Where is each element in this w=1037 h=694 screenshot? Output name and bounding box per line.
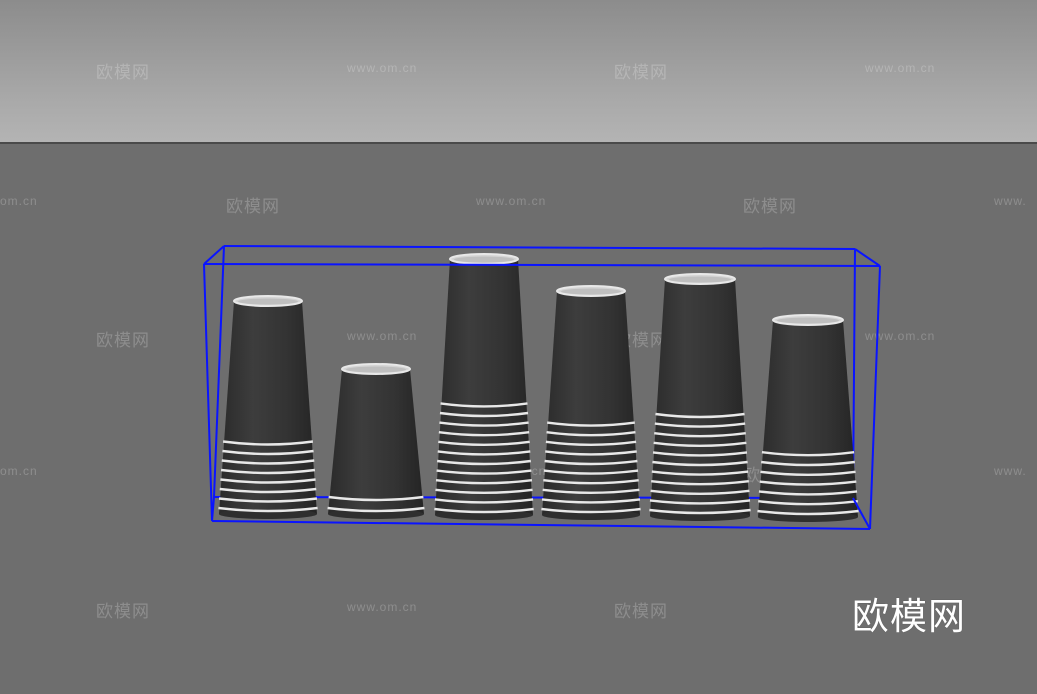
- cup-stack-3: [434, 253, 534, 520]
- cup-body: [435, 259, 533, 515]
- cup-body: [758, 320, 858, 517]
- brand-logo: 欧模网: [852, 595, 966, 638]
- cup-stack-4: [541, 285, 641, 520]
- cup-top-inner: [238, 298, 298, 305]
- cup-top-inner: [561, 288, 621, 295]
- cup-stack-6: [757, 314, 859, 522]
- 3d-viewport: 欧模网 www.om.cn 欧模网 www.om.cn om.cn 欧模网 ww…: [0, 0, 1037, 694]
- cup-top-inner: [454, 256, 514, 263]
- cup-body: [328, 369, 424, 514]
- cup-stack-5: [649, 273, 751, 521]
- cup-top-inner: [777, 317, 839, 324]
- cup-stack-1: [218, 295, 318, 519]
- cup-top-inner: [669, 276, 731, 283]
- cup-top-inner: [346, 366, 406, 373]
- cup-stack-2: [327, 363, 425, 519]
- cup-body: [650, 279, 750, 516]
